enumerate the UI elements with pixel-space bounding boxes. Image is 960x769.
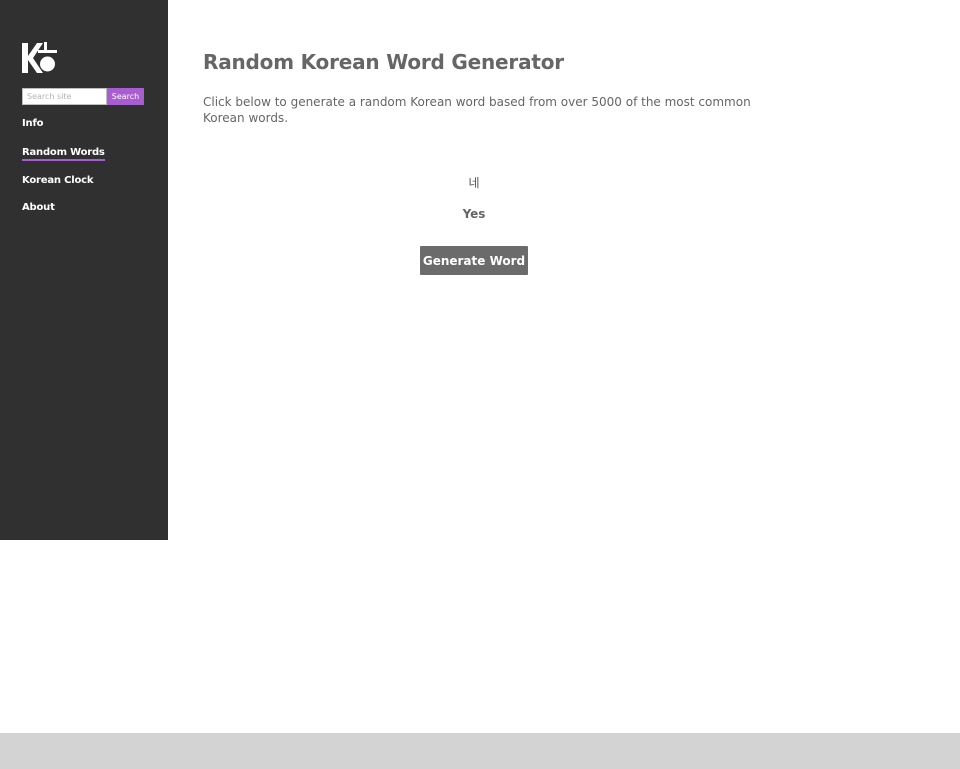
korean-word: 네: [468, 176, 480, 190]
sidebar: Search Info Random Words Korean Clock Ab…: [0, 0, 168, 540]
sidebar-item-random-words[interactable]: Random Words: [22, 147, 105, 161]
generate-word-button[interactable]: Generate Word: [420, 246, 528, 275]
intro-text: Click below to generate a random Korean …: [203, 95, 751, 125]
sidebar-item-info[interactable]: Info: [22, 118, 43, 129]
word-translation: Yes: [462, 207, 486, 221]
korean-ko-logo-icon[interactable]: [22, 42, 58, 74]
search-input[interactable]: [22, 88, 107, 105]
search-button[interactable]: Search: [107, 88, 144, 105]
footer: [0, 733, 960, 769]
page-title: Random Korean Word Generator: [203, 50, 564, 74]
